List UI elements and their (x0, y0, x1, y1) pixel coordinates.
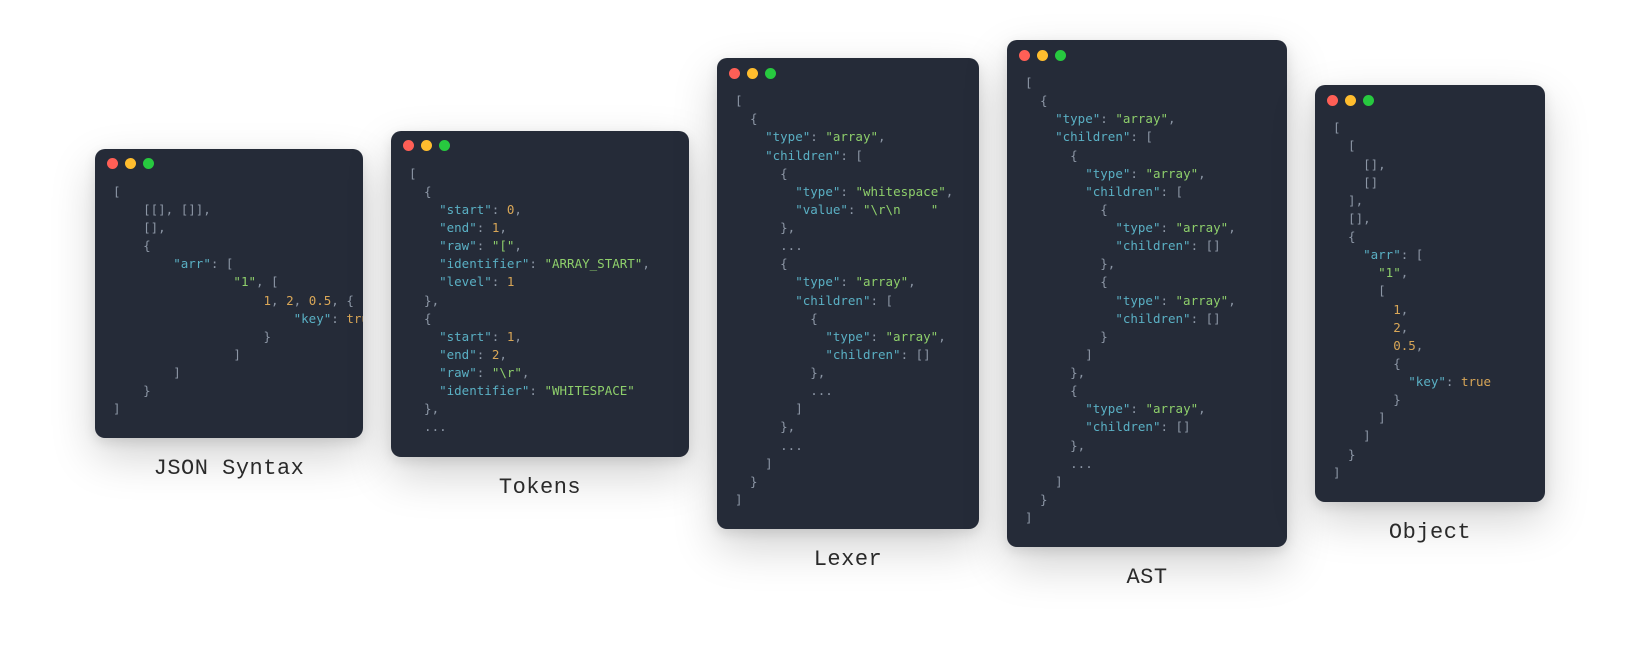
stage-label: Object (1389, 520, 1471, 545)
code-window: [ { "type": "array", "children": [ { "ty… (717, 58, 979, 529)
close-icon[interactable] (107, 158, 118, 169)
window-titlebar (717, 58, 979, 88)
minimize-icon[interactable] (421, 140, 432, 151)
code-block: [ [[], []], [], { "arr": [ "1", [ 1, 2, … (95, 179, 363, 425)
minimize-icon[interactable] (747, 68, 758, 79)
close-icon[interactable] (1019, 50, 1030, 61)
maximize-icon[interactable] (439, 140, 450, 151)
stage-label: AST (1126, 565, 1167, 590)
minimize-icon[interactable] (1037, 50, 1048, 61)
code-block: [ { "type": "array", "children": [ { "ty… (717, 88, 979, 515)
code-window: [ { "start": 0, "end": 1, "raw": "[", "i… (391, 131, 689, 457)
stage-label: Tokens (499, 475, 581, 500)
close-icon[interactable] (1327, 95, 1338, 106)
stage-label: Lexer (814, 547, 883, 572)
stage-label: JSON Syntax (154, 456, 305, 481)
window-titlebar (1007, 40, 1287, 70)
close-icon[interactable] (403, 140, 414, 151)
minimize-icon[interactable] (125, 158, 136, 169)
stage-tokens: [ { "start": 0, "end": 1, "raw": "[", "i… (391, 131, 689, 500)
window-titlebar (1315, 85, 1545, 115)
stage-json-syntax: [ [[], []], [], { "arr": [ "1", [ 1, 2, … (95, 149, 363, 482)
diagram-stage: [ [[], []], [], { "arr": [ "1", [ 1, 2, … (0, 0, 1640, 630)
window-titlebar (391, 131, 689, 161)
window-titlebar (95, 149, 363, 179)
code-window: [ { "type": "array", "children": [ { "ty… (1007, 40, 1287, 547)
stage-object: [ [ [], [] ], [], { "arr": [ "1", [ 1, 2… (1315, 85, 1545, 545)
code-window: [ [ [], [] ], [], { "arr": [ "1", [ 1, 2… (1315, 85, 1545, 502)
stage-ast: [ { "type": "array", "children": [ { "ty… (1007, 40, 1287, 590)
maximize-icon[interactable] (765, 68, 776, 79)
maximize-icon[interactable] (1363, 95, 1374, 106)
minimize-icon[interactable] (1345, 95, 1356, 106)
maximize-icon[interactable] (143, 158, 154, 169)
stage-lexer: [ { "type": "array", "children": [ { "ty… (717, 58, 979, 572)
code-block: [ { "start": 0, "end": 1, "raw": "[", "i… (391, 161, 689, 443)
code-block: [ { "type": "array", "children": [ { "ty… (1007, 70, 1287, 533)
code-block: [ [ [], [] ], [], { "arr": [ "1", [ 1, 2… (1315, 115, 1545, 488)
close-icon[interactable] (729, 68, 740, 79)
maximize-icon[interactable] (1055, 50, 1066, 61)
code-window: [ [[], []], [], { "arr": [ "1", [ 1, 2, … (95, 149, 363, 439)
